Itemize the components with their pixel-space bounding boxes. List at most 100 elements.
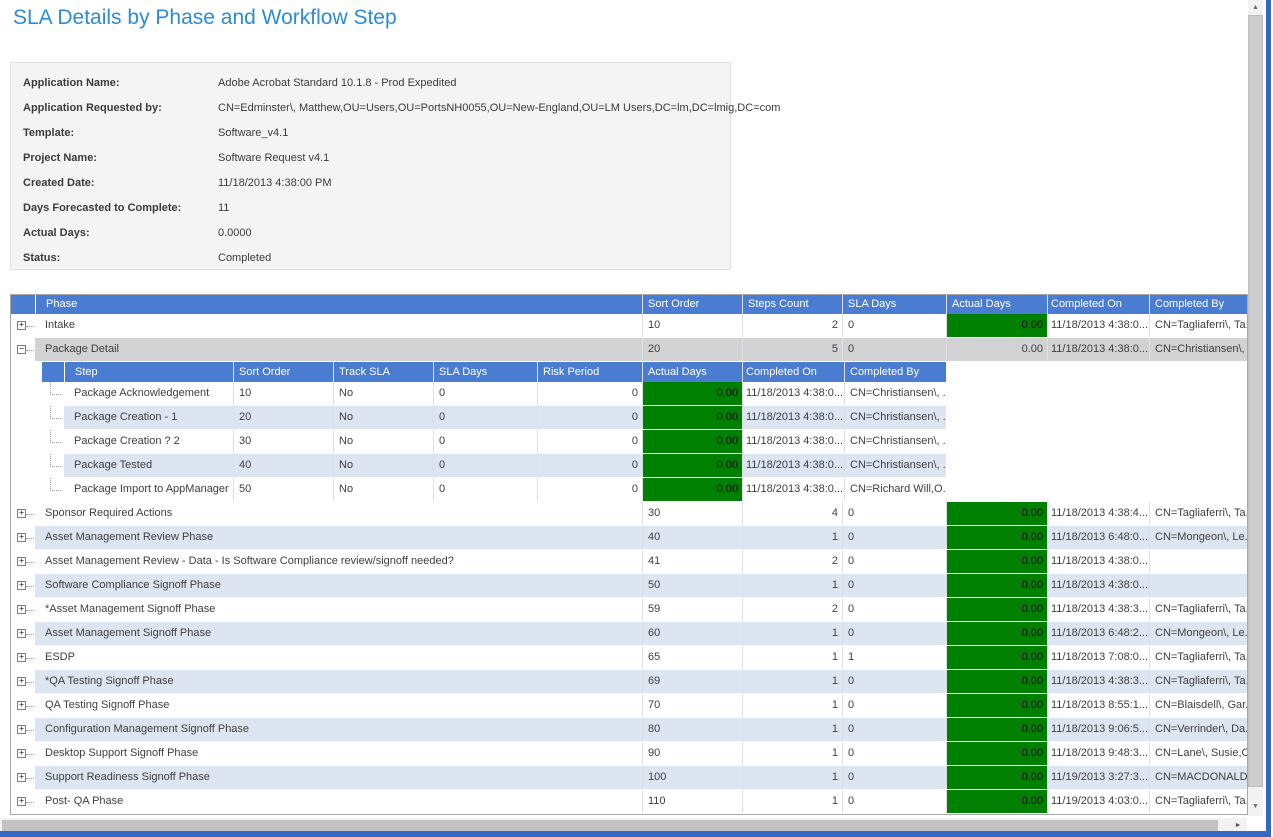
expand-toggle-icon[interactable]: + [17,701,26,710]
step-tree-cell [42,454,64,477]
step-row[interactable]: Package Tested 40 No 0 0 0.00 11/18/2013… [42,454,946,478]
phase-row[interactable]: + Post- QA Phase 110 1 0 0.00 11/19/2013… [11,790,1247,814]
sla-days-cell: 0 [842,598,946,621]
column-header-risk-period[interactable]: Risk Period [537,362,642,382]
vertical-scrollbar[interactable]: ▲ ▼ [1248,0,1263,816]
column-header-step-sla-days[interactable]: SLA Days [433,362,537,382]
expand-toggle-icon[interactable]: + [17,557,26,566]
step-row[interactable]: Package Creation - 1 20 No 0 0 0.00 11/1… [42,406,946,430]
completed-by-cell: CN=Lane\, Susie,O... [1149,742,1247,765]
expand-toggle-icon[interactable]: + [17,797,26,806]
phase-row[interactable]: + *QA Testing Signoff Phase 69 1 0 0.00 … [11,670,1247,694]
column-header-completed-on[interactable]: Completed On [1047,295,1149,314]
expand-toggle-icon[interactable]: − [17,345,26,354]
actual-days-cell: 0.00 [946,742,1047,765]
phase-row[interactable]: + Intake 10 2 0 0.00 11/18/2013 4:38:0..… [11,314,1247,338]
expand-toggle-icon[interactable]: + [17,605,26,614]
phase-row[interactable]: + Asset Management Review Phase 40 1 0 0… [11,526,1247,550]
step-row[interactable]: Package Creation ? 2 30 No 0 0 0.00 11/1… [42,430,946,454]
completed-by-cell: CN=Mongeon\, Le... [1149,622,1247,645]
step-row[interactable]: Package Import to AppManager 50 No 0 0 0… [42,478,946,502]
actual-days-cell: 0.00 [642,454,742,477]
phase-row[interactable]: + Desktop Support Signoff Phase 90 1 0 0… [11,742,1247,766]
track-sla-cell: No [333,454,433,477]
column-header-step-completed-on[interactable]: Completed On [742,362,844,382]
phase-row[interactable]: − Package Detail 20 5 0 0.00 11/18/2013 … [11,338,1247,362]
phase-name-cell: Post- QA Phase [35,790,642,813]
sort-order-cell: 10 [642,314,742,337]
completed-by-cell: CN=Tagliaferri\, Ta.. [1149,314,1247,337]
horizontal-scroll-thumb[interactable] [2,820,1218,831]
steps-count-cell: 1 [742,790,842,813]
expand-toggle-icon[interactable]: + [17,533,26,542]
completed-on-cell: 11/18/2013 9:48:3... [1047,742,1149,765]
column-header-sort-order[interactable]: Sort Order [642,295,742,314]
phase-row[interactable]: + Asset Management Review - Data - Is So… [11,550,1247,574]
phase-name-cell: *QA Testing Signoff Phase [35,670,642,693]
phase-row[interactable]: + Asset Management Signoff Phase 60 1 0 … [11,622,1247,646]
column-header-sla-days[interactable]: SLA Days [842,295,946,314]
info-row: Created Date: 11/18/2013 4:38:00 PM [11,171,730,196]
step-row[interactable]: Package Acknowledgement 10 No 0 0 0.00 1… [42,382,946,406]
info-label: Days Forecasted to Complete: [23,196,218,221]
steps-count-cell: 1 [742,574,842,597]
column-header-actual-days[interactable]: Actual Days [946,295,1047,314]
phase-row[interactable]: + Support Readiness Signoff Phase 100 1 … [11,766,1247,790]
phase-name-cell: Package Detail [35,338,642,361]
sla-days-cell: 0 [842,550,946,573]
completed-on-cell: 11/18/2013 4:38:3... [1047,670,1149,693]
expand-toggle-icon[interactable]: + [17,749,26,758]
phase-row[interactable]: + Software Compliance Signoff Phase 50 1… [11,574,1247,598]
phase-row[interactable]: + ESDP 65 1 1 0.00 11/18/2013 7:08:0... … [11,646,1247,670]
column-header-completed-by[interactable]: Completed By [1149,295,1247,314]
expand-toggle-icon[interactable]: + [17,321,26,330]
scroll-down-icon[interactable]: ▼ [1248,799,1263,814]
actual-days-cell: 0.00 [946,502,1047,525]
expand-toggle-icon[interactable]: + [17,581,26,590]
completed-on-cell: 11/19/2013 3:27:3... [1047,766,1149,789]
actual-days-cell: 0.00 [946,598,1047,621]
completed-on-cell: 11/18/2013 4:38:3... [1047,598,1149,621]
sla-days-cell: 0 [433,478,537,501]
phase-row[interactable]: + Configuration Management Signoff Phase… [11,718,1247,742]
column-header-steps-count[interactable]: Steps Count [742,295,842,314]
completed-on-cell: 11/18/2013 4:38:4... [1047,502,1149,525]
steps-count-cell: 4 [742,502,842,525]
sort-order-cell: 60 [642,622,742,645]
info-row: Days Forecasted to Complete: 11 [11,196,730,221]
track-sla-cell: No [333,382,433,405]
sort-order-cell: 40 [642,526,742,549]
step-header-row: Step Sort Order Track SLA SLA Days Risk … [42,362,946,382]
actual-days-cell: 0.00 [946,694,1047,717]
expand-toggle-icon[interactable]: + [17,773,26,782]
sort-order-cell: 10 [233,382,333,405]
phase-row[interactable]: + *Asset Management Signoff Phase 59 2 0… [11,598,1247,622]
sort-order-cell: 70 [642,694,742,717]
steps-count-cell: 5 [742,338,842,361]
column-header-step-completed-by[interactable]: Completed By [844,362,946,382]
expander-cell: + [11,718,35,741]
window-border-bottom [0,831,1271,837]
phase-row[interactable]: + Sponsor Required Actions 30 4 0 0.00 1… [11,502,1247,526]
completed-by-cell: CN=Tagliaferri\, Ta.. [1149,646,1247,669]
scroll-up-icon[interactable]: ▲ [1248,0,1263,15]
expand-toggle-icon[interactable]: + [17,725,26,734]
steps-count-cell: 2 [742,314,842,337]
expand-toggle-icon[interactable]: + [17,677,26,686]
expander-cell: − [11,338,35,361]
completed-by-cell [1149,574,1247,597]
actual-days-cell: 0.00 [642,478,742,501]
column-header-step-actual-days[interactable]: Actual Days [642,362,742,382]
column-header-step-sort-order[interactable]: Sort Order [233,362,333,382]
phase-row[interactable]: + QA Testing Signoff Phase 70 1 0 0.00 1… [11,694,1247,718]
sla-days-cell: 0 [842,574,946,597]
column-header-phase[interactable]: Phase [35,295,642,314]
expand-toggle-icon[interactable]: + [17,509,26,518]
column-header-track-sla[interactable]: Track SLA [333,362,433,382]
actual-days-cell: 0.00 [946,314,1047,337]
expand-toggle-icon[interactable]: + [17,653,26,662]
phase-name-cell: Configuration Management Signoff Phase [35,718,642,741]
vertical-scroll-thumb[interactable] [1248,15,1263,787]
expand-toggle-icon[interactable]: + [17,629,26,638]
column-header-step[interactable]: Step [64,362,233,382]
